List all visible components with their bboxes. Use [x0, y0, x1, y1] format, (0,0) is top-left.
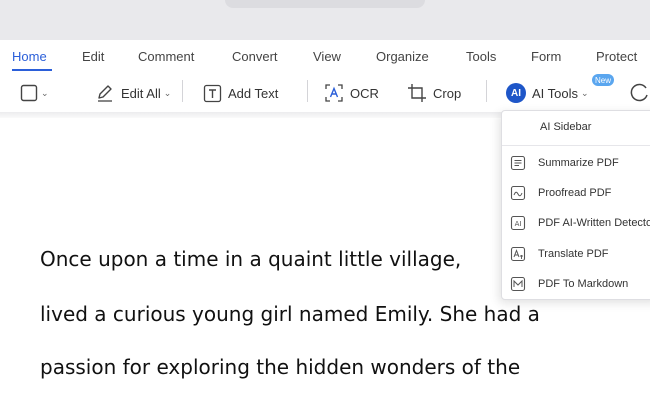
edit-all-label: Edit All: [121, 85, 161, 101]
document-line: lived a curious young girl named Emily. …: [40, 302, 540, 326]
ai-logo-icon: AI: [506, 83, 526, 103]
svg-text:AI: AI: [515, 220, 522, 228]
circle-tool-icon: [630, 83, 650, 103]
ocr-scan-icon: [324, 83, 344, 103]
tab-home[interactable]: Home: [12, 49, 47, 64]
proofread-pdf-label: Proofread PDF: [538, 187, 612, 199]
pdf-to-markdown-item[interactable]: PDF To Markdown: [502, 269, 650, 299]
dropdown-divider: [502, 145, 650, 146]
ai-tools-caret[interactable]: ⌄: [581, 88, 589, 99]
translate-pdf-label: Translate PDF: [538, 248, 609, 260]
toolbar: ⌄ Edit All ⌄ Add Text OCR Crop AI AI Too…: [0, 74, 650, 112]
toolbar-divider: [307, 80, 308, 102]
tab-protect[interactable]: Protect: [596, 49, 637, 64]
checkbox-icon: [20, 84, 38, 102]
document-line: passion for exploring the hidden wonders…: [40, 355, 521, 379]
translate-pdf-item[interactable]: Translate PDF: [502, 239, 650, 269]
tab-tools[interactable]: Tools: [466, 49, 496, 64]
text-box-icon: [203, 84, 222, 103]
ai-detector-item[interactable]: AI PDF AI-Written Detector: [502, 208, 650, 238]
ocr-button[interactable]: OCR: [324, 81, 379, 105]
toolbar-divider: [182, 80, 183, 102]
crop-label: Crop: [433, 85, 462, 101]
summarize-pdf-item[interactable]: Summarize PDF: [502, 148, 650, 178]
tab-comment[interactable]: Comment: [138, 49, 194, 64]
ai-tools-dropdown: AI Sidebar Summarize PDF Proofread PDF A…: [501, 110, 650, 300]
ocr-label: OCR: [350, 85, 379, 101]
proofread-pdf-item[interactable]: Proofread PDF: [502, 178, 650, 208]
ai-detector-icon: AI: [510, 215, 526, 231]
ai-detector-label: PDF AI-Written Detector: [538, 217, 650, 229]
tab-form[interactable]: Form: [531, 49, 561, 64]
tab-organize[interactable]: Organize: [376, 49, 429, 64]
crop-icon: [407, 83, 427, 103]
summarize-icon: [510, 155, 526, 171]
edit-all-button[interactable]: Edit All ⌄: [95, 81, 171, 105]
tab-view[interactable]: View: [313, 49, 341, 64]
ai-tools-button[interactable]: AI AI Tools ⌄: [506, 81, 589, 105]
pdf-to-markdown-label: PDF To Markdown: [538, 278, 629, 290]
crop-button[interactable]: Crop: [407, 81, 461, 105]
tab-convert[interactable]: Convert: [232, 49, 278, 64]
select-tool-caret[interactable]: ⌄: [41, 88, 49, 99]
ai-tools-label: AI Tools: [532, 85, 579, 101]
proofread-icon: [510, 185, 526, 201]
select-tool-button[interactable]: ⌄: [20, 81, 49, 105]
summarize-pdf-label: Summarize PDF: [538, 157, 619, 169]
new-badge: New: [592, 74, 614, 86]
document-line: Once upon a time in a quaint little vill…: [40, 247, 462, 271]
ai-sidebar-item[interactable]: AI Sidebar: [502, 112, 650, 142]
active-tab-indicator: [12, 69, 52, 71]
title-handle: [225, 0, 425, 8]
add-text-label: Add Text: [228, 85, 279, 101]
add-text-button[interactable]: Add Text: [203, 81, 278, 105]
translate-icon: [510, 246, 526, 262]
ai-sidebar-label: AI Sidebar: [540, 121, 592, 133]
menu-bar: Home Edit Comment Convert View Organize …: [0, 40, 650, 72]
edit-all-caret[interactable]: ⌄: [164, 88, 172, 99]
tab-edit[interactable]: Edit: [82, 49, 104, 64]
markdown-icon: [510, 276, 526, 292]
toolbar-divider: [486, 80, 487, 102]
more-tool-button[interactable]: [630, 81, 650, 105]
pen-icon: [95, 83, 115, 103]
